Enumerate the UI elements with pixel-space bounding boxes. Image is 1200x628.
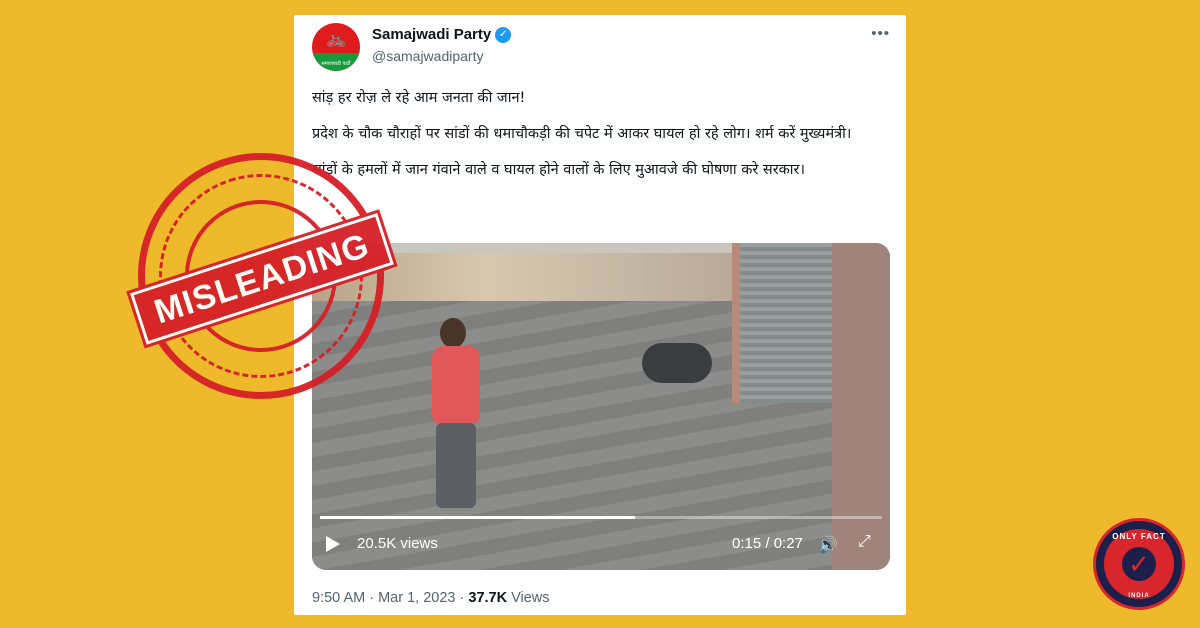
video-time: 0:15 / 0:27 bbox=[732, 535, 803, 552]
video-progress-fill bbox=[320, 516, 635, 519]
logo-bottom-text: INDIA bbox=[1128, 593, 1150, 599]
person-shirt bbox=[432, 346, 480, 426]
more-options-icon[interactable]: ••• bbox=[871, 25, 890, 42]
video-frame-motorbike bbox=[642, 343, 712, 383]
person-head bbox=[440, 318, 466, 348]
bicycle-icon: 🚲 bbox=[326, 31, 346, 48]
tweet-meta: 9:50 AM · Mar 1, 2023 · 37.7K Views bbox=[312, 590, 550, 606]
tweet-paragraph: प्रदेश के चौक चौराहों पर सांडों की धमाचौ… bbox=[312, 126, 852, 142]
volume-icon[interactable]: 🔊 bbox=[818, 535, 838, 555]
avatar[interactable]: 🚲 समाजवादी पार्टी bbox=[312, 23, 360, 71]
video-progress-bar[interactable] bbox=[320, 516, 882, 519]
tweet-paragraph: सांड़ हर रोज़ ले रहे आम जनता की जान! bbox=[312, 90, 526, 106]
meta-separator: · bbox=[369, 590, 379, 606]
tweet-text: सांड़ हर रोज़ ले रहे आम जनता की जान! प्र… bbox=[312, 87, 888, 195]
video-frame-pillar bbox=[832, 243, 890, 570]
fullscreen-icon[interactable]: ⤢ bbox=[858, 533, 871, 551]
author-name-text[interactable]: Samajwadi Party bbox=[372, 26, 491, 43]
play-icon[interactable] bbox=[326, 536, 340, 552]
tweet-views-label: Views bbox=[511, 590, 550, 606]
tweet-time[interactable]: 9:50 AM bbox=[312, 590, 365, 606]
video-views: 20.5K views bbox=[357, 535, 438, 552]
video-frame-shutter bbox=[732, 243, 832, 403]
only-fact-logo: ✓ ONLY FACT INDIA bbox=[1093, 518, 1185, 610]
verified-badge-icon: ✓ bbox=[495, 26, 512, 43]
tweet-card: 🚲 समाजवादी पार्टी Samajwadi Party ✓ @sam… bbox=[294, 15, 906, 615]
video-player[interactable]: 20.5K views 0:15 / 0:27 🔊 ⤢ bbox=[312, 243, 890, 570]
tweet-date[interactable]: Mar 1, 2023 bbox=[378, 590, 455, 606]
checkmark-icon: ✓ bbox=[1122, 547, 1156, 581]
author-handle[interactable]: @samajwadiparty bbox=[372, 48, 483, 64]
video-frame-person bbox=[422, 318, 492, 508]
tweet-paragraph: सांडों के हमलों में जान गंवाने वाले व घा… bbox=[312, 162, 805, 178]
person-legs bbox=[436, 423, 476, 508]
tweet-view-count: 37.7K bbox=[468, 590, 508, 606]
author-name[interactable]: Samajwadi Party ✓ bbox=[372, 26, 512, 43]
avatar-caption: समाजवादी पार्टी bbox=[321, 61, 351, 67]
logo-top-text: ONLY FACT bbox=[1112, 532, 1166, 541]
